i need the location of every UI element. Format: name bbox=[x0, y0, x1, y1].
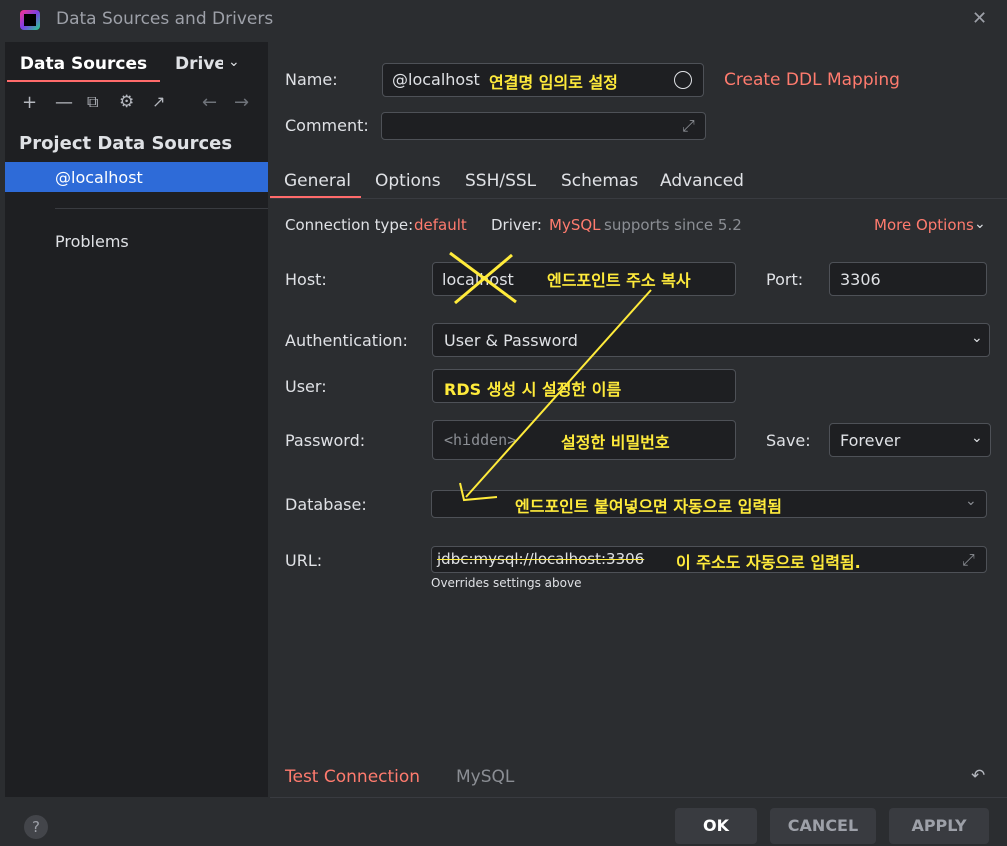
apply-button[interactable]: APPLY bbox=[889, 808, 989, 844]
annotation-overlay bbox=[449, 251, 652, 502]
ok-button[interactable]: OK bbox=[675, 808, 757, 844]
revert-icon[interactable]: ↶ bbox=[971, 766, 985, 786]
annotation-arrowhead bbox=[459, 482, 498, 502]
cancel-button[interactable]: CANCEL bbox=[770, 808, 876, 844]
driver-footer-link[interactable]: MySQL bbox=[456, 767, 514, 787]
annotation-arrow bbox=[465, 289, 652, 498]
footer-divider bbox=[270, 797, 1007, 798]
test-connection-link[interactable]: Test Connection bbox=[285, 767, 420, 787]
